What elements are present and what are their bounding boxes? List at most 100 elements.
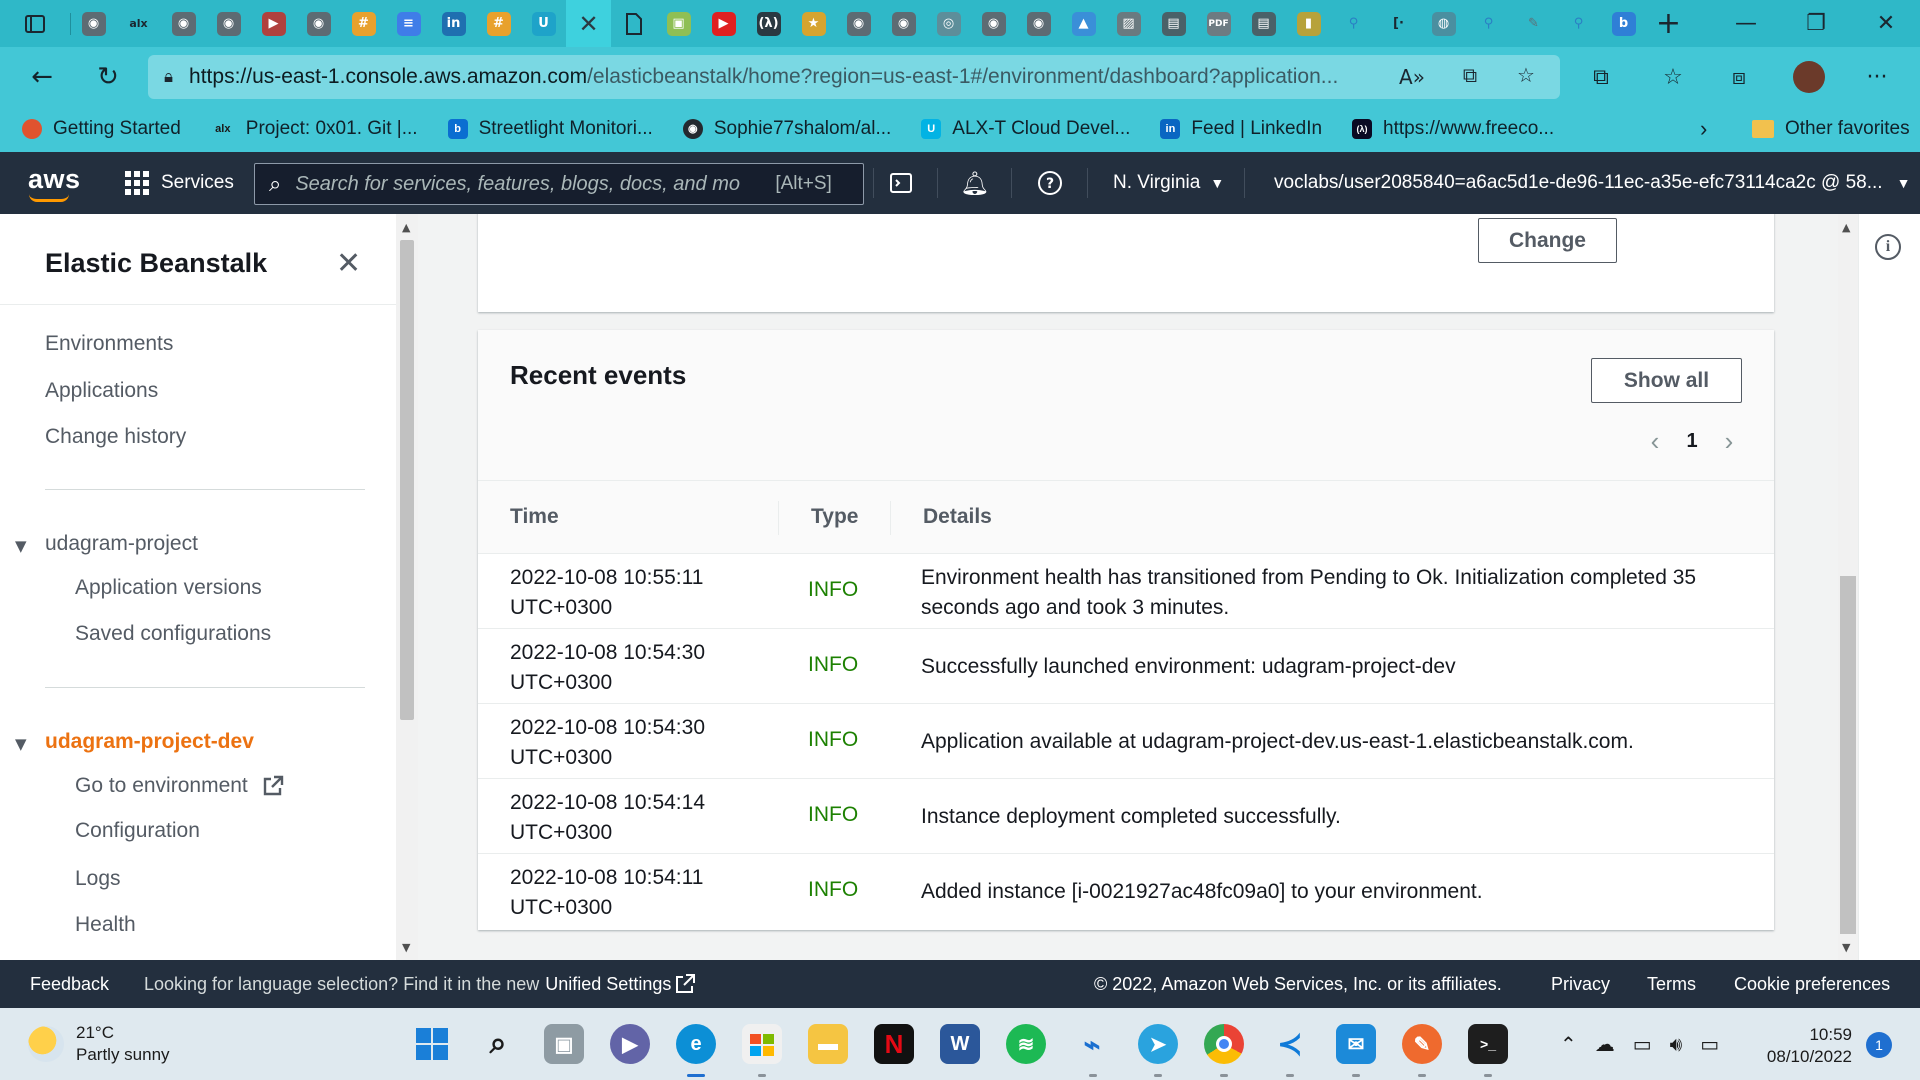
sidebar-item-logs[interactable]: Logs xyxy=(75,867,121,891)
onedrive-cloud-icon[interactable]: ☁ xyxy=(1595,1032,1615,1056)
bookmark-getting-started[interactable]: Getting Started xyxy=(22,118,181,140)
tab-slack-icon[interactable]: # xyxy=(476,0,521,47)
unified-settings-link[interactable]: Unified Settings xyxy=(545,974,671,995)
change-button[interactable]: Change xyxy=(1478,218,1617,263)
postman-icon[interactable]: ✎ xyxy=(1402,1024,1442,1064)
notification-badge[interactable]: 1 xyxy=(1866,1032,1892,1058)
sidebar-section-application[interactable]: udagram-project xyxy=(45,532,198,556)
tab-freecodecamp-icon[interactable]: (λ) xyxy=(746,0,791,47)
maximize-icon[interactable]: ❐ xyxy=(1786,0,1846,47)
task-view-icon[interactable]: ▣ xyxy=(544,1024,584,1064)
column-header-details[interactable]: Details xyxy=(923,505,992,529)
tab-search-icon[interactable]: ⚲ xyxy=(1466,0,1511,47)
other-favorites[interactable]: Other favorites xyxy=(1752,118,1910,140)
tab-pdf-icon[interactable]: PDF xyxy=(1196,0,1241,47)
column-header-time[interactable]: Time xyxy=(510,505,559,529)
network-icon[interactable]: ▭ xyxy=(1633,1032,1652,1056)
sidebar-item-environments[interactable]: Environments xyxy=(45,332,173,356)
profile-avatar[interactable] xyxy=(1792,61,1826,93)
sidebar-close-icon[interactable]: ✕ xyxy=(336,246,361,281)
bookmark-github-sophie[interactable]: ◉ Sophie77shalom/al... xyxy=(682,118,891,140)
battery-icon[interactable]: ▭ xyxy=(1700,1032,1719,1056)
telegram-icon[interactable]: ➤ xyxy=(1138,1024,1178,1064)
tab-active-close-icon[interactable]: ✕ xyxy=(566,0,611,47)
chrome-icon[interactable] xyxy=(1204,1024,1244,1064)
tab-alx-icon[interactable]: alx xyxy=(116,0,161,47)
favorite-add-icon[interactable]: ☆ xyxy=(1510,63,1542,87)
sidebar-item-configuration[interactable]: Configuration xyxy=(75,819,200,843)
sidebar-item-change-history[interactable]: Change history xyxy=(45,425,186,449)
word-icon[interactable]: W xyxy=(940,1024,980,1064)
tab-form-icon[interactable]: ▤ xyxy=(1151,0,1196,47)
tab-actions-icon[interactable] xyxy=(0,0,70,47)
tab-search-icon[interactable]: ⚲ xyxy=(1331,0,1376,47)
weather-widget[interactable]: 21°C Partly sunny xyxy=(28,1022,170,1066)
show-all-button[interactable]: Show all xyxy=(1591,358,1742,403)
cookie-preferences-link[interactable]: Cookie preferences xyxy=(1734,960,1890,1008)
sidebar-item-health[interactable]: Health xyxy=(75,913,136,937)
file-explorer-icon[interactable]: ▬ xyxy=(808,1024,848,1064)
next-page-icon[interactable]: › xyxy=(1714,426,1744,457)
aws-search-input[interactable]: ⌕ Search for services, features, blogs, … xyxy=(254,163,864,205)
tab-search-icon[interactable]: ⚲ xyxy=(1556,0,1601,47)
main-scrollbar-thumb[interactable] xyxy=(1840,576,1856,934)
tab-udacity-icon[interactable]: U xyxy=(521,0,566,47)
show-hidden-icons-chevron-icon[interactable]: ⌃ xyxy=(1560,1032,1577,1056)
services-menu-button[interactable]: Services xyxy=(125,152,234,214)
sidebar-item-go-to-environment[interactable]: Go to environment xyxy=(75,774,284,798)
volume-icon[interactable]: 🔊︎ xyxy=(1670,1032,1683,1056)
remote-desktop-icon[interactable]: ⌁ xyxy=(1072,1024,1112,1064)
sidebar-section-environment[interactable]: udagram-project-dev xyxy=(45,730,254,754)
tab-image-icon[interactable]: ▨ xyxy=(1106,0,1151,47)
url-text[interactable]: https://us-east-1.console.aws.amazon.com… xyxy=(189,65,1339,89)
minimize-icon[interactable]: — xyxy=(1716,0,1776,47)
tab-globe-icon[interactable]: ◍ xyxy=(1421,0,1466,47)
scroll-down-arrow-icon[interactable]: ▼ xyxy=(402,941,410,954)
scroll-up-arrow-icon[interactable]: ▲ xyxy=(1842,221,1850,234)
bookmarks-overflow-icon[interactable]: › xyxy=(1700,116,1707,142)
tab-page-icon[interactable] xyxy=(611,0,656,47)
tab-github-icon[interactable]: ◉ xyxy=(836,0,881,47)
read-aloud-icon[interactable]: A» xyxy=(1396,65,1428,89)
tab-lock-icon[interactable]: ▮ xyxy=(1286,0,1331,47)
feedback-link[interactable]: Feedback xyxy=(30,960,109,1008)
extensions-icon[interactable]: ⧉ xyxy=(1584,61,1618,93)
info-icon[interactable]: i xyxy=(1875,234,1901,260)
tab-globe-icon[interactable]: ◎ xyxy=(926,0,971,47)
help-icon[interactable]: ? xyxy=(1033,166,1067,200)
tab-slack-icon[interactable]: # xyxy=(341,0,386,47)
scroll-down-arrow-icon[interactable]: ▼ xyxy=(1842,941,1850,954)
tab-pen-icon[interactable]: ✎ xyxy=(1511,0,1556,47)
expand-caret-icon[interactable]: ▼ xyxy=(15,735,27,753)
expand-caret-icon[interactable]: ▼ xyxy=(15,537,27,555)
start-menu-icon[interactable] xyxy=(412,1024,452,1064)
tab-form-icon[interactable]: ▤ xyxy=(1241,0,1286,47)
sidebar-item-saved-configurations[interactable]: Saved configurations xyxy=(75,622,271,646)
terminal-icon[interactable]: >_ xyxy=(1468,1024,1508,1064)
app-available-icon[interactable]: ⧉ xyxy=(1454,63,1486,87)
bookmark-alx-project[interactable]: alx Project: 0x01. Git |... xyxy=(211,118,417,140)
tab-github-icon[interactable]: ◉ xyxy=(71,0,116,47)
terms-link[interactable]: Terms xyxy=(1647,960,1696,1008)
page-number[interactable]: 1 xyxy=(1670,430,1714,453)
back-icon[interactable]: ← xyxy=(24,59,60,95)
tab-github-icon[interactable]: ◉ xyxy=(161,0,206,47)
tab-github-icon[interactable]: ◉ xyxy=(1016,0,1061,47)
spotify-icon[interactable]: ≋ xyxy=(1006,1024,1046,1064)
bookmark-linkedin[interactable]: in Feed | LinkedIn xyxy=(1160,118,1322,140)
tab-linkedin-icon[interactable]: in xyxy=(431,0,476,47)
taskbar-search-icon[interactable]: ⌕ xyxy=(478,1024,518,1064)
teams-chat-icon[interactable]: ▶ xyxy=(610,1024,650,1064)
netflix-icon[interactable]: N xyxy=(874,1024,914,1064)
tab-video-icon[interactable]: ▶ xyxy=(251,0,296,47)
sidebar-scrollbar-thumb[interactable] xyxy=(400,240,414,720)
favorites-icon[interactable]: ☆ xyxy=(1656,61,1690,93)
address-bar[interactable]: 🔒︎ https://us-east-1.console.aws.amazon.… xyxy=(148,55,1560,99)
tab-star-icon[interactable]: ★ xyxy=(791,0,836,47)
bookmark-freecodecamp[interactable]: (λ) https://www.freeco... xyxy=(1352,118,1554,140)
tab-docs-icon[interactable]: ≡ xyxy=(386,0,431,47)
tab-github-icon[interactable]: ◉ xyxy=(881,0,926,47)
tab-github-icon[interactable]: ◉ xyxy=(296,0,341,47)
tab-azure-icon[interactable]: ▲ xyxy=(1061,0,1106,47)
mail-icon[interactable]: ✉ xyxy=(1336,1024,1376,1064)
